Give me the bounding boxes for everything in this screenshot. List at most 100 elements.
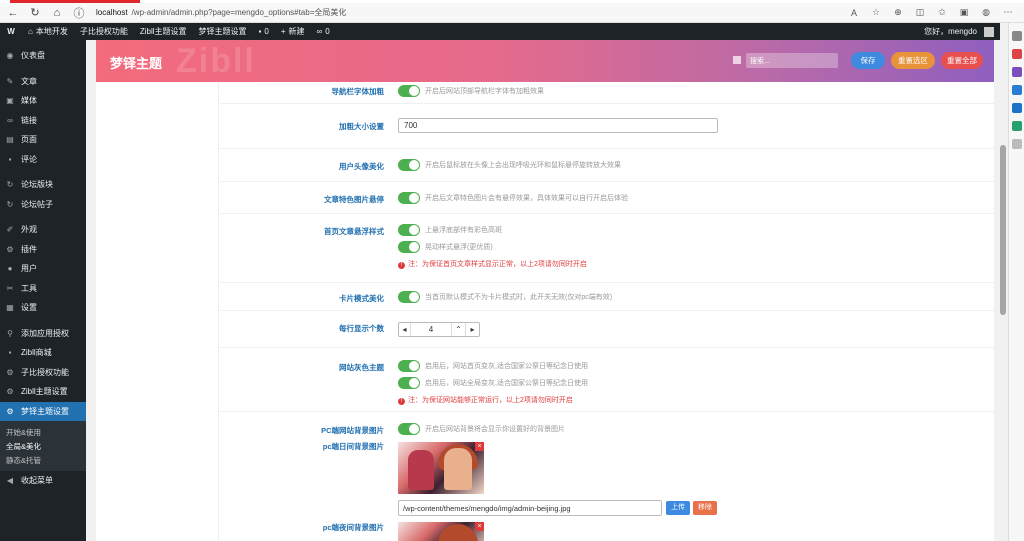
sidebar-item-pages[interactable]: ▤ 页面 bbox=[0, 130, 86, 150]
toggle-avatar[interactable] bbox=[398, 159, 420, 171]
home-small-icon: ⌂ bbox=[28, 27, 33, 36]
desc-gray-2: 启用后，网站全局变灰,适合国家公祭日等纪念日使用 bbox=[425, 380, 588, 387]
save-button[interactable]: 保存 bbox=[851, 52, 885, 69]
page-scrollbar[interactable] bbox=[998, 40, 1008, 541]
reload-icon[interactable]: ↻ bbox=[26, 5, 44, 21]
my-account[interactable]: 您好，mengdo bbox=[918, 23, 1000, 40]
sidebar-item-tools[interactable]: ✂ 工具 bbox=[0, 279, 86, 299]
links-link[interactable]: ∞ 0 bbox=[310, 23, 335, 40]
collapse-menu[interactable]: ◀ 收起菜单 bbox=[0, 471, 86, 491]
remove-button[interactable]: 移除 bbox=[693, 501, 717, 515]
scrollbar-thumb[interactable] bbox=[1000, 145, 1006, 315]
url-host: localhost bbox=[96, 8, 128, 17]
profile-icon[interactable]: ◍ bbox=[978, 6, 994, 20]
site-name[interactable]: ⌂ 本地开发 bbox=[22, 23, 74, 40]
toggle-gray-1[interactable] bbox=[398, 360, 420, 372]
forum-icon: ↻ bbox=[6, 180, 14, 190]
stepper-up-icon[interactable]: ⌃ bbox=[451, 323, 465, 336]
label-bold-size: 加粗大小设置 bbox=[339, 122, 384, 131]
toggle-homelist-1[interactable] bbox=[398, 224, 420, 236]
search-icon: ⚲ bbox=[7, 328, 13, 338]
bold-size-input[interactable]: 700 bbox=[398, 118, 718, 133]
toolbox-icon[interactable] bbox=[1011, 49, 1022, 59]
sidebar-item-forum-posts[interactable]: ↻ 论坛帖子 bbox=[0, 195, 86, 215]
search-toggle-icon[interactable] bbox=[733, 56, 741, 64]
sidebar-item-users[interactable]: ● 用户 bbox=[0, 259, 86, 279]
toggle-featured[interactable] bbox=[398, 192, 420, 204]
address-bar[interactable]: localhost/wp-admin/admin.php?page=mengdo… bbox=[96, 7, 346, 18]
per-row-stepper[interactable]: ◂ 4 ⌃ ▸ bbox=[398, 322, 480, 337]
sidebar-item-app-auth[interactable]: ⚲ 添加应用授权 bbox=[0, 324, 86, 344]
options-panel: 导航栏字体加粗 开启后网站顶部导航栏字体有加粗效果 加粗大小设置 700 用户头… bbox=[96, 82, 994, 541]
adminbar-item-1[interactable]: Zibll主题设置 bbox=[134, 23, 193, 40]
split-icon[interactable]: ◫ bbox=[912, 6, 928, 20]
new-content-link[interactable]: + 新建 bbox=[275, 23, 311, 40]
sidebar-item-comments[interactable]: ▪ 评论 bbox=[0, 150, 86, 170]
sidebar-item-zibll-settings[interactable]: ⚙ Zibll主题设置 bbox=[0, 382, 86, 402]
sidebar-item-plugins[interactable]: ⚙ 插件 bbox=[0, 240, 86, 260]
more-icon[interactable]: ⋯ bbox=[1000, 6, 1016, 20]
back-icon[interactable]: ← bbox=[4, 5, 22, 21]
comments-link[interactable]: ▪ 0 bbox=[253, 23, 275, 40]
desc-gray-1: 启用后，网站首页变灰,适合国家公祭日等纪念日使用 bbox=[425, 363, 588, 370]
close-icon[interactable]: × bbox=[475, 522, 484, 531]
home-icon[interactable]: ⌂ bbox=[48, 5, 66, 21]
sidebar-item-mengdo-settings[interactable]: ⚙ 梦铎主题设置 bbox=[0, 401, 86, 421]
comment-icon: ▪ bbox=[8, 154, 12, 164]
desc-pc-bg: 开启后网站背景将会显示你设置好的背景图片 bbox=[425, 426, 565, 433]
desc-nav-bold: 开启后网站顶部导航栏字体有加粗效果 bbox=[425, 88, 544, 95]
search-input[interactable]: 搜索... bbox=[746, 53, 838, 68]
toggle-nav-bold[interactable] bbox=[398, 85, 420, 97]
sidebar-item-shop[interactable]: ▪ Zibll商城 bbox=[0, 343, 86, 363]
submenu-static[interactable]: 静态&托管 bbox=[0, 453, 86, 467]
favorite-icon[interactable]: ☆ bbox=[868, 6, 884, 20]
read-aloud-icon[interactable]: A bbox=[846, 6, 862, 20]
office-icon[interactable] bbox=[1011, 103, 1022, 113]
stepper-right-icon[interactable]: ▸ bbox=[465, 323, 479, 336]
adminbar-item-0[interactable]: 子比授权功能 bbox=[74, 23, 134, 40]
adminbar-item-2[interactable]: 梦铎主题设置 bbox=[193, 23, 253, 40]
sidebar-item-forum[interactable]: ↻ 论坛版块 bbox=[0, 175, 86, 195]
add-icon[interactable] bbox=[1011, 139, 1022, 149]
search-icon[interactable] bbox=[1011, 31, 1022, 41]
browser-side-panel bbox=[1008, 23, 1024, 541]
dashboard-icon: ◉ bbox=[6, 51, 14, 61]
sidebar-item-zibi-auth[interactable]: ⚙ 子比授权功能 bbox=[0, 363, 86, 383]
favorites-icon[interactable]: ✩ bbox=[934, 6, 950, 20]
label-pc-bg: PC端网站背景图片 bbox=[321, 426, 384, 435]
toggle-homelist-2[interactable] bbox=[398, 241, 420, 253]
toggle-gray-2[interactable] bbox=[398, 377, 420, 389]
sidebar-item-settings[interactable]: ▦ 设置 bbox=[0, 298, 86, 318]
sidebar-item-dashboard[interactable]: ◉ 仪表盘 bbox=[0, 46, 86, 66]
sidebar-item-links[interactable]: ∞ 链接 bbox=[0, 111, 86, 131]
desc-card: 当首页默认模式不为卡片模式时，此开关无效(仅对pc端有效) bbox=[425, 294, 613, 301]
submenu-global[interactable]: 全局&美化 bbox=[0, 439, 86, 453]
info-icon[interactable]: ⓘ bbox=[70, 5, 88, 21]
sidebar-item-appearance[interactable]: ✐ 外观 bbox=[0, 220, 86, 240]
sidebar-item-posts[interactable]: ✎ 文章 bbox=[0, 72, 86, 92]
games-icon[interactable] bbox=[1011, 67, 1022, 77]
sidebar-item-media[interactable]: ▣ 媒体 bbox=[0, 91, 86, 111]
reset-all-button[interactable]: 重置全部 bbox=[941, 52, 983, 69]
bg-path-input[interactable]: /wp-content/themes/mengdo/img/admin-beij… bbox=[398, 500, 662, 516]
label-avatar: 用户头像美化 bbox=[339, 162, 384, 171]
upload-button[interactable]: 上传 bbox=[666, 501, 690, 515]
label-card: 卡片模式美化 bbox=[339, 294, 384, 303]
outlook-icon[interactable] bbox=[1011, 85, 1022, 95]
wp-logo-icon[interactable]: W bbox=[0, 23, 22, 40]
collections-icon[interactable]: ▣ bbox=[956, 6, 972, 20]
drop-icon[interactable] bbox=[1011, 121, 1022, 131]
tools-icon: ✂ bbox=[6, 283, 14, 293]
options-tabs-column bbox=[96, 82, 219, 541]
extensions-icon[interactable]: ⊕ bbox=[890, 6, 906, 20]
close-icon[interactable]: × bbox=[475, 442, 484, 451]
link-icon: ∞ bbox=[7, 115, 13, 125]
media-icon: ▣ bbox=[6, 96, 14, 106]
submenu-start[interactable]: 开始&使用 bbox=[0, 425, 86, 439]
row-nav-bold: 导航栏字体加粗 开启后网站顶部导航栏字体有加粗效果 bbox=[220, 82, 994, 104]
per-row-value[interactable]: 4 bbox=[411, 325, 451, 334]
toggle-pc-bg[interactable] bbox=[398, 423, 420, 435]
stepper-left-icon[interactable]: ◂ bbox=[399, 323, 411, 336]
reset-section-button[interactable]: 重置选区 bbox=[891, 52, 935, 69]
toggle-card[interactable] bbox=[398, 291, 420, 303]
